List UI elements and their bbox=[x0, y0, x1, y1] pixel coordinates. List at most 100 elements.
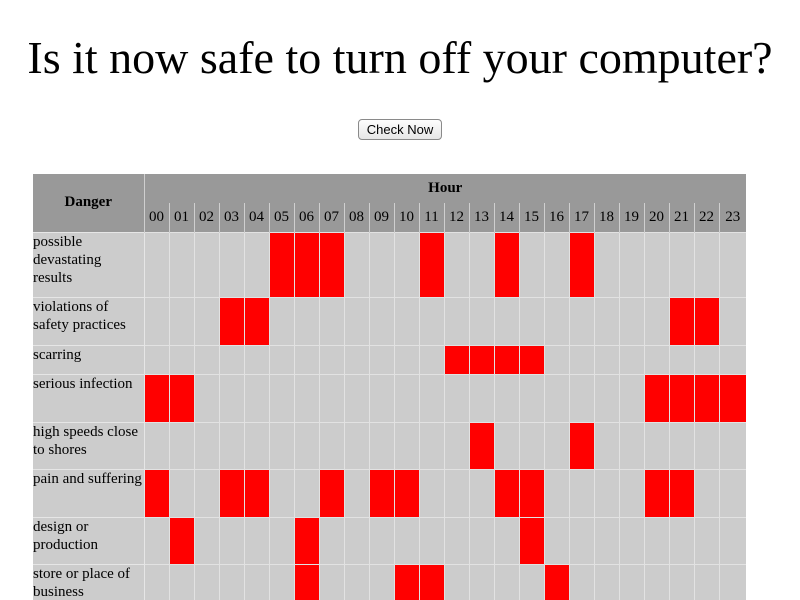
danger-cell bbox=[693, 516, 719, 564]
danger-cell bbox=[618, 516, 644, 564]
danger-cell-active bbox=[318, 231, 344, 297]
danger-cell bbox=[443, 296, 469, 345]
danger-cell bbox=[268, 296, 294, 345]
danger-cell bbox=[518, 373, 544, 422]
danger-cell bbox=[343, 516, 369, 564]
hour-header-05: 05 bbox=[268, 203, 294, 232]
danger-cell bbox=[218, 563, 244, 600]
danger-cell bbox=[543, 231, 569, 297]
page: Is it now safe to turn off your computer… bbox=[0, 0, 800, 600]
danger-cell bbox=[468, 296, 494, 345]
danger-cell bbox=[318, 421, 344, 469]
danger-rows: possible devastating results violations o… bbox=[33, 231, 746, 600]
hour-header-17: 17 bbox=[568, 203, 594, 232]
danger-cell bbox=[343, 373, 369, 422]
danger-cell-active bbox=[418, 563, 444, 600]
danger-cell bbox=[718, 516, 746, 564]
danger-cell bbox=[268, 373, 294, 422]
danger-cell bbox=[543, 468, 569, 517]
danger-cell bbox=[393, 231, 419, 297]
danger-cell bbox=[543, 373, 569, 422]
danger-cell bbox=[193, 516, 219, 564]
danger-cell bbox=[643, 231, 669, 297]
danger-cell-active bbox=[168, 373, 194, 422]
danger-cell bbox=[293, 344, 319, 374]
danger-cell bbox=[468, 516, 494, 564]
danger-cell bbox=[193, 344, 219, 374]
danger-cell bbox=[243, 344, 269, 374]
hour-header-12: 12 bbox=[443, 203, 469, 232]
danger-cell bbox=[418, 516, 444, 564]
danger-cell bbox=[593, 344, 619, 374]
danger-cell bbox=[543, 421, 569, 469]
danger-cell-active bbox=[218, 296, 244, 345]
danger-cell bbox=[593, 421, 619, 469]
table-row: scarring bbox=[33, 344, 746, 374]
danger-cell bbox=[568, 344, 594, 374]
danger-label: design or production bbox=[33, 516, 145, 564]
danger-cell bbox=[468, 563, 494, 600]
danger-cell bbox=[668, 344, 694, 374]
danger-label: scarring bbox=[33, 344, 145, 374]
danger-cell bbox=[393, 516, 419, 564]
danger-cell-active bbox=[243, 468, 269, 517]
table-row: design or production bbox=[33, 516, 746, 564]
danger-label: pain and suffering bbox=[33, 468, 145, 517]
hour-header-03: 03 bbox=[218, 203, 244, 232]
danger-cell bbox=[418, 296, 444, 345]
danger-cell bbox=[318, 563, 344, 600]
danger-cell bbox=[243, 421, 269, 469]
danger-cell bbox=[693, 421, 719, 469]
hour-header-06: 06 bbox=[293, 203, 319, 232]
hour-header-23: 23 bbox=[718, 203, 746, 232]
danger-cell bbox=[343, 231, 369, 297]
danger-cell bbox=[318, 296, 344, 345]
danger-cell bbox=[643, 296, 669, 345]
danger-cell bbox=[143, 296, 169, 345]
danger-cell bbox=[218, 421, 244, 469]
danger-cell-active bbox=[568, 421, 594, 469]
danger-cell bbox=[368, 373, 394, 422]
danger-cell bbox=[443, 373, 469, 422]
danger-cell bbox=[643, 563, 669, 600]
danger-cell bbox=[168, 421, 194, 469]
check-now-button[interactable]: Check Now bbox=[358, 119, 442, 140]
danger-cell bbox=[143, 421, 169, 469]
danger-cell bbox=[193, 468, 219, 517]
danger-cell-active bbox=[518, 344, 544, 374]
danger-cell bbox=[293, 373, 319, 422]
danger-cell bbox=[543, 296, 569, 345]
danger-cell bbox=[443, 231, 469, 297]
danger-cell bbox=[718, 296, 746, 345]
danger-cell bbox=[168, 468, 194, 517]
danger-cell bbox=[293, 296, 319, 345]
danger-cell bbox=[193, 296, 219, 345]
danger-cell bbox=[693, 231, 719, 297]
danger-cell bbox=[243, 563, 269, 600]
danger-cell bbox=[568, 468, 594, 517]
danger-cell bbox=[593, 373, 619, 422]
danger-cell bbox=[168, 296, 194, 345]
danger-cell-active bbox=[468, 421, 494, 469]
danger-cell bbox=[643, 421, 669, 469]
danger-cell bbox=[643, 344, 669, 374]
danger-cell-active bbox=[243, 296, 269, 345]
danger-cell bbox=[418, 468, 444, 517]
danger-cell bbox=[368, 516, 394, 564]
danger-label: store or place of business bbox=[33, 563, 145, 600]
danger-cell bbox=[718, 421, 746, 469]
danger-cell bbox=[593, 468, 619, 517]
hour-header-19: 19 bbox=[618, 203, 644, 232]
danger-cell-active bbox=[393, 563, 419, 600]
danger-cell bbox=[518, 421, 544, 469]
danger-cell bbox=[618, 296, 644, 345]
danger-cell bbox=[143, 231, 169, 297]
danger-cell bbox=[318, 344, 344, 374]
danger-cell bbox=[618, 468, 644, 517]
danger-cell bbox=[343, 421, 369, 469]
danger-cell-active bbox=[493, 231, 519, 297]
danger-cell bbox=[243, 516, 269, 564]
hour-header-18: 18 bbox=[593, 203, 619, 232]
danger-cell bbox=[293, 421, 319, 469]
hour-header-16: 16 bbox=[543, 203, 569, 232]
